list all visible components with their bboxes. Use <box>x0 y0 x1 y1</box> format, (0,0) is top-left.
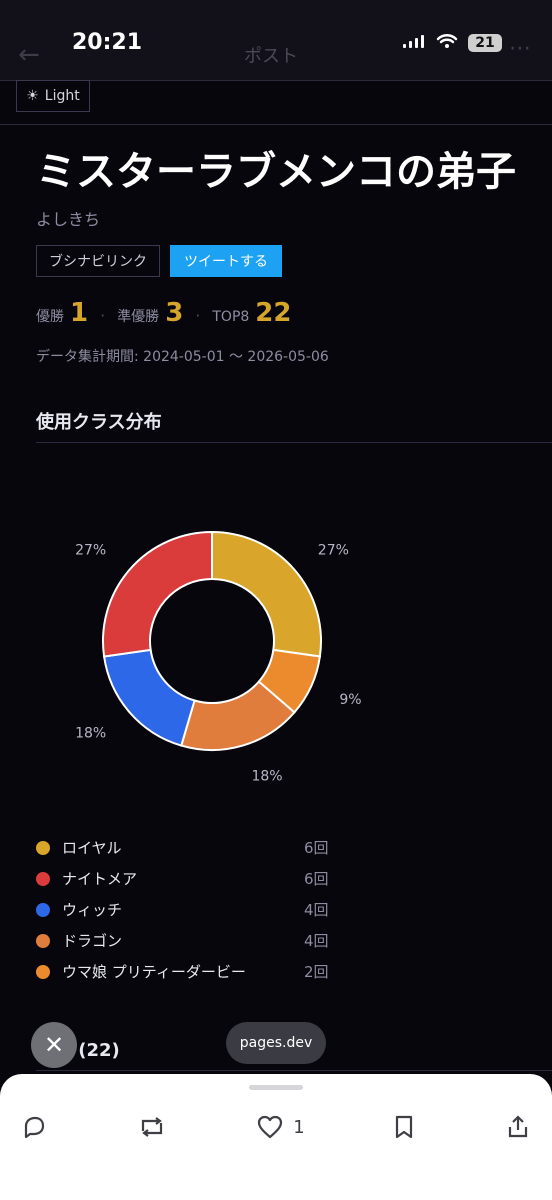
top8-label: TOP8 <box>212 309 250 325</box>
page-title: ミスターラブメンコの弟子 <box>36 149 516 195</box>
slice-percent-label: 27% <box>318 542 349 558</box>
class-distribution-heading: 使用クラス分布 <box>36 412 162 433</box>
legend-count: 4回 <box>304 932 329 950</box>
status-icons: 21 <box>402 33 502 53</box>
section-divider <box>36 442 552 443</box>
domain-pill[interactable]: pages.dev <box>226 1022 326 1064</box>
donut-slice[interactable] <box>102 530 213 658</box>
stat-separator: · <box>195 306 201 325</box>
tweet-button[interactable]: ツイートする <box>170 245 282 277</box>
author-name: よしきち <box>36 210 101 229</box>
repost-button[interactable] <box>136 1113 168 1141</box>
top8-stat: TOP8 22 <box>212 298 291 328</box>
chart-legend: ロイヤル 6回 ナイトメア 6回 ウィッチ 4回 ドラゴン 4回 ウマ娘 プリティーダービー 2回 <box>36 832 336 987</box>
heart-icon <box>255 1113 285 1141</box>
legend-item[interactable]: ウィッチ 4回 <box>36 894 336 925</box>
legend-class-name: ドラゴン <box>62 932 123 950</box>
stats-row: 優勝 1 · 準優勝 3 · TOP8 22 <box>36 298 291 328</box>
legend-class-name: ナイトメア <box>62 870 138 888</box>
legend-swatch <box>36 902 50 917</box>
sun-icon: ☀ <box>26 88 39 104</box>
runner-up-label: 準優勝 <box>117 309 160 325</box>
donut-chart-svg: 27% 9% 18% 18% 27% <box>75 530 362 784</box>
back-arrow-icon[interactable]: ← <box>18 40 40 70</box>
results-divider <box>36 1070 552 1071</box>
slice-percent-label: 18% <box>75 726 106 742</box>
busnavi-link-button[interactable]: ブシナビリンク <box>36 245 160 277</box>
legend-item[interactable]: ロイヤル 6回 <box>36 832 336 863</box>
win-label: 優勝 <box>36 309 64 325</box>
legend-swatch <box>36 964 50 979</box>
bookmark-button[interactable] <box>392 1113 416 1141</box>
stat-separator: · <box>100 306 106 325</box>
legend-swatch <box>36 871 50 886</box>
post-toolbar: 1 <box>0 1102 552 1152</box>
runner-up-stat: 準優勝 3 <box>117 298 183 328</box>
slice-percent-label: 27% <box>75 542 106 558</box>
win-stat: 優勝 1 <box>36 298 88 328</box>
data-period: データ集計期間: 2024-05-01 〜 2026-05-06 <box>36 349 329 365</box>
theme-toggle-button[interactable]: ☀ Light <box>16 80 90 112</box>
action-buttons: ブシナビリンク ツイートする <box>36 245 282 277</box>
signal-icon <box>402 33 426 53</box>
class-distribution-chart: 27% 9% 18% 18% 27% <box>0 500 552 790</box>
page-header-title: ポスト <box>244 46 298 67</box>
more-icon[interactable]: ⋯ <box>509 36 532 61</box>
legend-item[interactable]: ナイトメア 6回 <box>36 863 336 894</box>
bottom-action-sheet: 1 <box>0 1074 552 1200</box>
like-button[interactable]: 1 <box>255 1113 305 1141</box>
share-icon <box>504 1113 532 1141</box>
top8-value: 22 <box>255 298 292 328</box>
theme-toggle-label: Light <box>44 88 80 104</box>
legend-class-name: ロイヤル <box>62 839 122 857</box>
status-bar: 20:21 21 ← ポスト ⋯ <box>0 0 552 81</box>
wifi-icon <box>436 33 458 53</box>
header-divider <box>0 124 552 125</box>
slice-percent-label: 18% <box>251 768 282 784</box>
reply-icon <box>20 1113 48 1141</box>
repost-icon <box>136 1113 168 1141</box>
legend-swatch <box>36 933 50 948</box>
slice-percent-label: 9% <box>339 692 361 708</box>
reply-button[interactable] <box>20 1113 48 1141</box>
like-count: 1 <box>293 1116 305 1138</box>
legend-count: 2回 <box>304 963 329 981</box>
win-value: 1 <box>70 298 89 328</box>
share-button[interactable] <box>504 1113 532 1141</box>
legend-class-name: ウマ娘 プリティーダービー <box>62 963 246 981</box>
runner-up-value: 3 <box>165 298 184 328</box>
legend-item[interactable]: ウマ娘 プリティーダービー 2回 <box>36 956 336 987</box>
donut-slice[interactable] <box>102 648 196 747</box>
legend-swatch <box>36 840 50 855</box>
close-icon[interactable]: ✕ <box>31 1022 77 1068</box>
donut-slice[interactable] <box>211 530 322 658</box>
legend-class-name: ウィッチ <box>62 901 123 919</box>
bookmark-icon <box>392 1113 416 1141</box>
sheet-grabber[interactable] <box>249 1085 303 1090</box>
legend-item[interactable]: ドラゴン 4回 <box>36 925 336 956</box>
legend-count: 6回 <box>304 870 329 888</box>
legend-count: 4回 <box>304 901 329 919</box>
status-time: 20:21 <box>72 30 143 55</box>
battery-icon: 21 <box>468 34 502 52</box>
legend-count: 6回 <box>304 839 329 857</box>
